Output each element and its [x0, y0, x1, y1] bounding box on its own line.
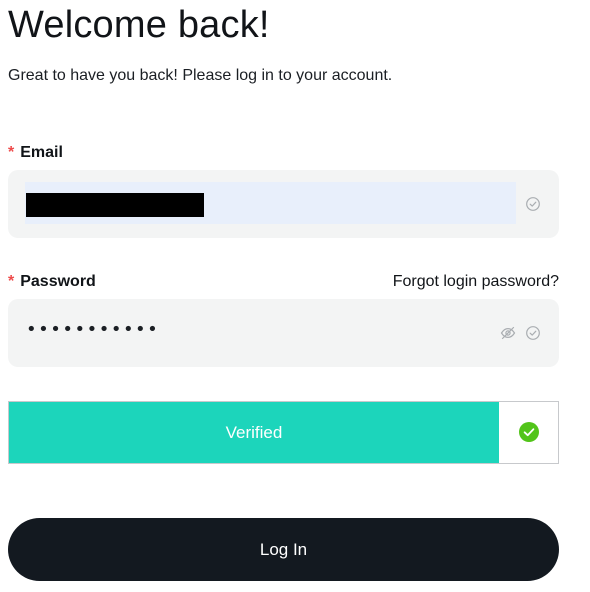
check-circle-icon — [526, 197, 540, 211]
login-button[interactable]: Log In — [8, 518, 559, 581]
captcha-slider-track: Verified — [9, 402, 499, 463]
captcha-status: Verified — [225, 422, 283, 442]
password-field[interactable]: ••••••••••• — [26, 319, 486, 347]
redacted-email-value — [26, 193, 204, 217]
login-page: Welcome back! Great to have you back! Pl… — [0, 0, 590, 592]
password-label: * Password — [8, 273, 96, 291]
captcha-verification[interactable]: Verified — [8, 401, 559, 464]
forgot-password-link[interactable]: Forgot login password? — [393, 273, 559, 291]
required-marker: * — [8, 144, 15, 161]
email-label: * Email — [8, 144, 63, 162]
page-subtitle: Great to have you back! Please log in to… — [8, 67, 393, 84]
password-label-text: Password — [20, 273, 96, 290]
check-circle-icon — [526, 326, 540, 340]
page-title: Welcome back! — [8, 4, 270, 46]
required-marker: * — [8, 273, 15, 290]
eye-off-icon[interactable] — [500, 325, 516, 341]
password-label-row: * Password Forgot login password? — [8, 272, 559, 292]
verified-check-icon — [519, 422, 539, 442]
password-field-container: ••••••••••• — [8, 299, 559, 367]
email-field-container — [8, 170, 559, 238]
email-label-text: Email — [20, 144, 63, 161]
email-label-row: * Email — [8, 143, 559, 163]
